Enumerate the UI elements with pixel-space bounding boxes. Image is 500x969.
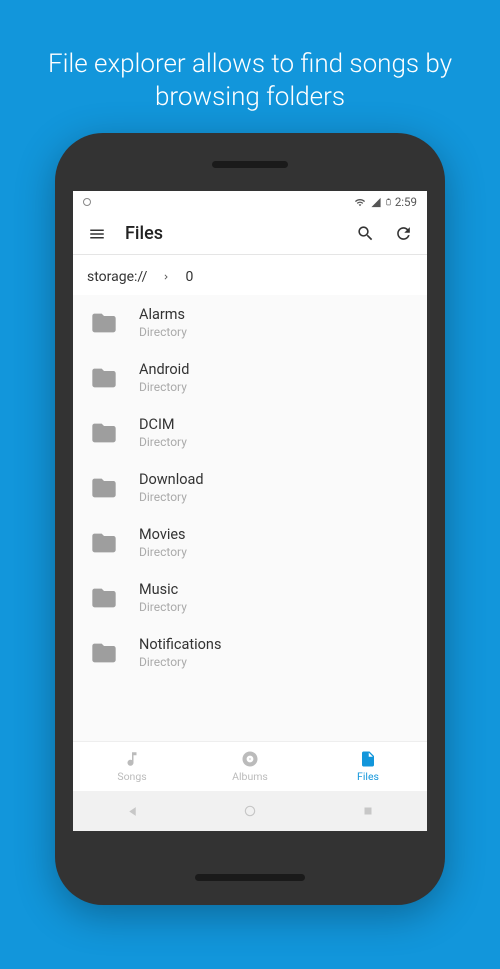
phone-speaker xyxy=(212,161,288,168)
folder-icon xyxy=(87,419,121,447)
signal-icon xyxy=(370,197,382,208)
circle-home-icon xyxy=(243,804,257,818)
list-item[interactable]: Download Directory xyxy=(73,460,427,515)
search-button[interactable] xyxy=(355,224,375,244)
folder-icon xyxy=(87,364,121,392)
file-type: Directory xyxy=(139,325,413,339)
file-list[interactable]: Alarms Directory Android Directory DCIM … xyxy=(73,295,427,741)
promo-text: File explorer allows to find songs by br… xyxy=(0,0,500,133)
phone-frame: 2:59 Files storage:// 0 A xyxy=(55,133,445,905)
file-name: Download xyxy=(139,471,413,488)
list-item[interactable]: Alarms Directory xyxy=(73,295,427,350)
screen: 2:59 Files storage:// 0 A xyxy=(73,191,427,831)
file-icon xyxy=(359,750,377,768)
file-name: Alarms xyxy=(139,306,413,323)
file-name: Movies xyxy=(139,526,413,543)
square-recents-icon xyxy=(362,805,374,817)
file-name: Notifications xyxy=(139,636,413,653)
list-item[interactable]: Android Directory xyxy=(73,350,427,405)
list-item[interactable]: DCIM Directory xyxy=(73,405,427,460)
file-type: Directory xyxy=(139,380,413,394)
file-type: Directory xyxy=(139,435,413,449)
phone-bottom-speaker xyxy=(195,874,305,881)
tab-label: Songs xyxy=(117,770,146,783)
music-note-icon xyxy=(123,750,141,768)
status-time: 2:59 xyxy=(395,195,417,209)
list-item[interactable]: Music Directory xyxy=(73,570,427,625)
back-button[interactable] xyxy=(124,803,140,819)
wifi-icon xyxy=(353,197,367,208)
tab-label: Files xyxy=(357,770,379,783)
refresh-icon xyxy=(394,224,413,243)
bottom-nav: Songs Albums Files xyxy=(73,741,427,791)
album-icon xyxy=(241,750,259,768)
home-button[interactable] xyxy=(242,803,258,819)
menu-button[interactable] xyxy=(87,224,107,244)
file-type: Directory xyxy=(139,600,413,614)
folder-icon xyxy=(87,584,121,612)
chevron-right-icon xyxy=(161,272,171,282)
status-dot-icon xyxy=(83,198,91,206)
refresh-button[interactable] xyxy=(393,224,413,244)
battery-icon xyxy=(385,196,392,208)
folder-icon xyxy=(87,309,121,337)
file-type: Directory xyxy=(139,490,413,504)
breadcrumb-current: 0 xyxy=(185,269,193,285)
status-bar: 2:59 xyxy=(73,191,427,213)
file-type: Directory xyxy=(139,655,413,669)
search-icon xyxy=(356,224,375,243)
breadcrumb-root: storage:// xyxy=(87,269,147,285)
app-title: Files xyxy=(125,223,337,244)
hamburger-icon xyxy=(88,225,106,243)
app-bar: Files xyxy=(73,213,427,254)
android-nav-bar xyxy=(73,791,427,831)
file-name: DCIM xyxy=(139,416,413,433)
folder-icon xyxy=(87,639,121,667)
folder-icon xyxy=(87,529,121,557)
folder-icon xyxy=(87,474,121,502)
triangle-back-icon xyxy=(126,805,139,818)
list-item[interactable]: Notifications Directory xyxy=(73,625,427,680)
tab-label: Albums xyxy=(232,770,268,783)
file-name: Music xyxy=(139,581,413,598)
tab-files[interactable]: Files xyxy=(309,742,427,791)
list-item[interactable]: Movies Directory xyxy=(73,515,427,570)
breadcrumb[interactable]: storage:// 0 xyxy=(73,255,427,295)
file-name: Android xyxy=(139,361,413,378)
tab-songs[interactable]: Songs xyxy=(73,742,191,791)
recents-button[interactable] xyxy=(360,803,376,819)
file-type: Directory xyxy=(139,545,413,559)
tab-albums[interactable]: Albums xyxy=(191,742,309,791)
